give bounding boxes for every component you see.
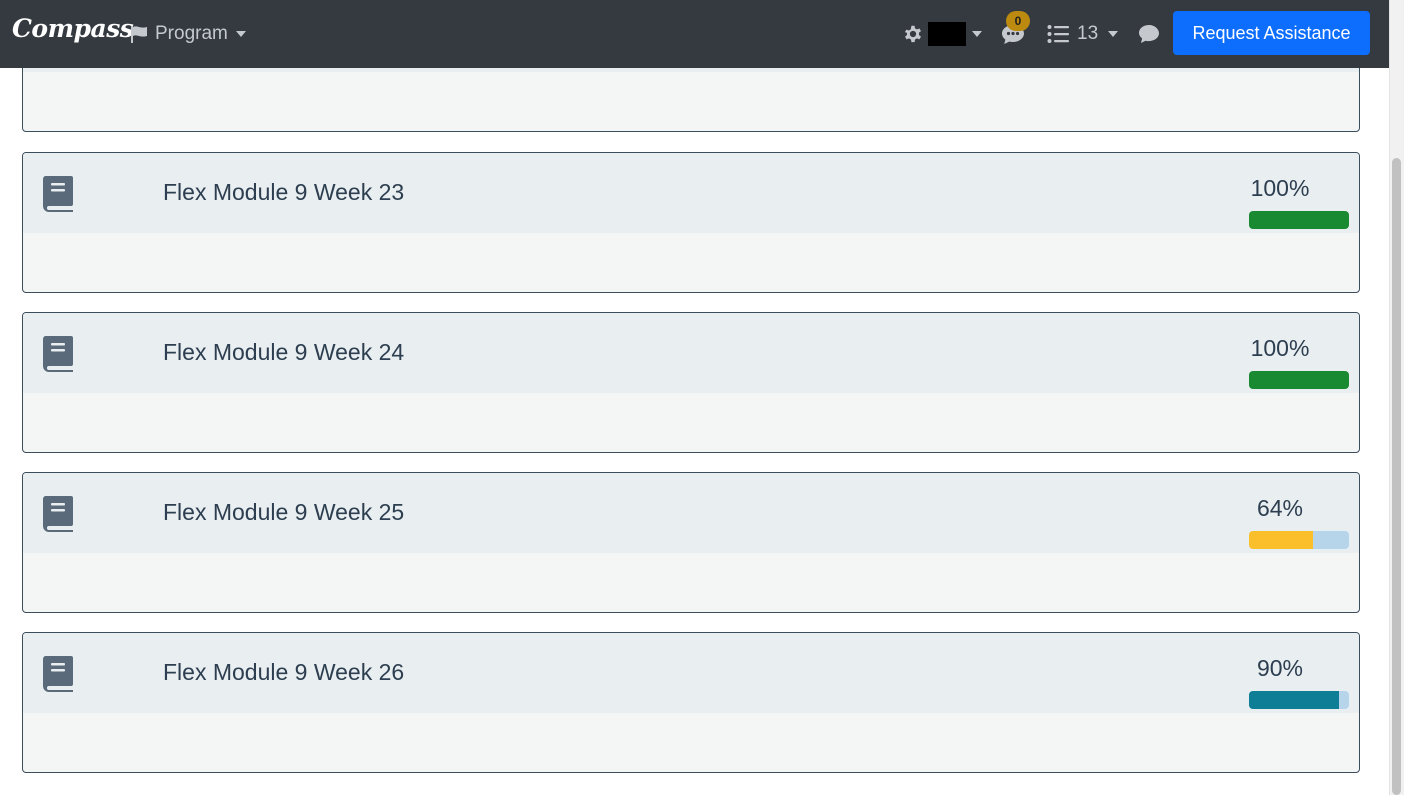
module-card-header: Flex Module 9 Week 23 100% [23,153,1359,233]
module-percent: 100% [1250,175,1310,201]
tasks-count: 13 [1077,23,1099,44]
settings-dropdown[interactable] [902,18,982,50]
book-icon [42,656,73,692]
module-progress-fill [1249,211,1349,229]
module-title[interactable]: Flex Module 9 Week 26 [163,659,404,686]
module-progress-fill [1249,531,1313,549]
module-progress-bar [1249,211,1349,229]
module-card[interactable]: Flex Module 9 Week 26 90% [22,632,1360,773]
module-percent: 90% [1256,655,1304,681]
brand-logo[interactable]: Compass [12,14,134,43]
module-percent: 64% [1256,495,1304,521]
scrollbar-thumb[interactable] [1392,158,1401,795]
module-card-header: Flex Module 9 Week 24 100% [23,313,1359,393]
book-icon [42,336,73,372]
chat-button[interactable] [1137,22,1161,46]
program-dropdown[interactable]: Program [129,20,246,48]
book-icon [42,496,73,532]
module-title[interactable]: Flex Module 9 Week 24 [163,339,404,366]
flag-icon [131,26,147,43]
module-progress-fill [1249,371,1349,389]
module-progress-fill [1249,691,1339,709]
module-card[interactable]: Flex Module 9 Week 25 64% [22,472,1360,613]
module-title[interactable]: Flex Module 9 Week 25 [163,499,404,526]
chevron-down-icon [235,31,246,37]
gear-icon [904,25,921,43]
module-card[interactable]: Flex Module 9 Week 23 100% [22,152,1360,293]
book-icon [42,176,73,212]
tasks-dropdown[interactable]: 13 [1047,20,1119,48]
chevron-down-icon [1108,31,1119,37]
page: Flex Module 9 Week 23 100% Flex Module 9… [0,0,1404,795]
chat-bubble-icon [1139,25,1159,43]
messages-button[interactable]: 0 [1000,11,1030,48]
module-card-header: Flex Module 9 Week 25 64% [23,473,1359,553]
list-icon [1047,25,1069,43]
request-assistance-button[interactable]: Request Assistance [1173,11,1370,55]
redacted-username [928,22,966,46]
module-card[interactable]: Flex Module 9 Week 24 100% [22,312,1360,453]
module-card-header: Flex Module 9 Week 26 90% [23,633,1359,713]
module-progress-bar [1249,691,1349,709]
module-title[interactable]: Flex Module 9 Week 23 [163,179,404,206]
top-navbar: Compass Program 0 13 Request Assistance [0,0,1389,68]
module-percent: 100% [1250,335,1310,361]
module-progress-bar [1249,371,1349,389]
chevron-down-icon [972,31,982,37]
messages-count-badge: 0 [1006,11,1030,31]
module-progress-bar [1249,531,1349,549]
program-label: Program [155,23,228,44]
